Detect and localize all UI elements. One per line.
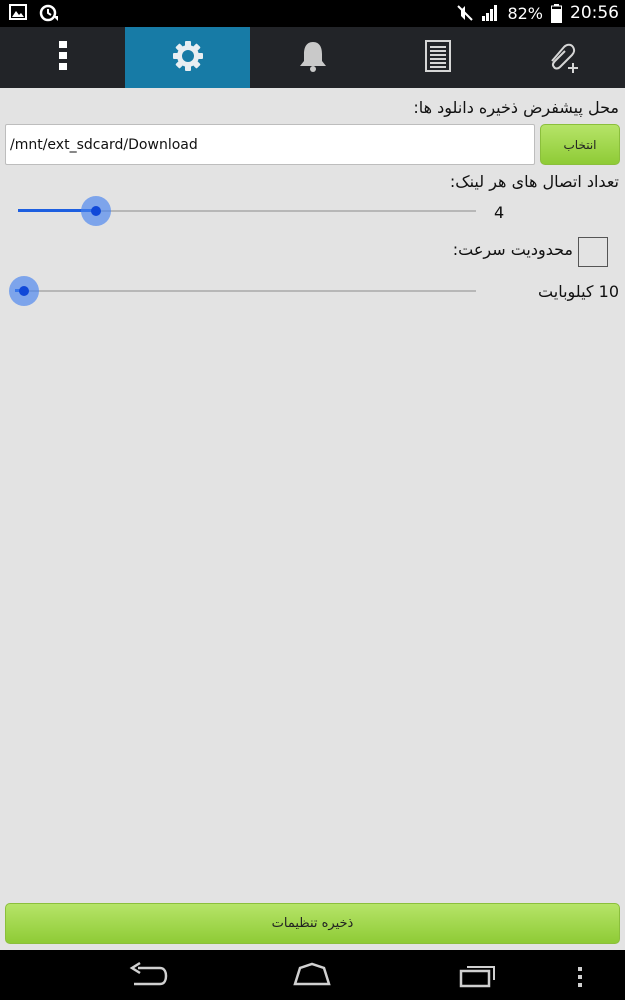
home-icon[interactable]	[292, 960, 332, 994]
speed-limit-checkbox[interactable]	[578, 237, 608, 267]
mute-icon	[457, 4, 474, 22]
recents-icon[interactable]	[458, 960, 498, 994]
speed-slider[interactable]	[9, 276, 476, 306]
image-icon	[9, 4, 27, 22]
attach-add-icon	[546, 39, 580, 77]
overflow-menu-button[interactable]	[0, 27, 125, 88]
navigation-bar	[0, 950, 625, 1000]
tab-settings[interactable]	[125, 27, 250, 88]
download-path-input[interactable]	[5, 124, 535, 165]
tab-add-attachment[interactable]	[500, 27, 625, 88]
speed-slider-thumb-core	[19, 286, 29, 296]
overflow-menu-icon	[58, 40, 68, 76]
download-path-row: انتخاب	[5, 124, 620, 165]
top-toolbar	[0, 27, 625, 88]
connections-slider[interactable]	[18, 196, 476, 226]
connections-label: تعداد اتصال های هر لینک:	[449, 172, 619, 191]
signal-icon	[481, 4, 499, 22]
settings-icon	[172, 40, 204, 76]
tab-list[interactable]	[375, 27, 500, 88]
speed-slider-track	[15, 290, 476, 292]
back-icon[interactable]	[128, 960, 168, 994]
list-icon	[424, 39, 451, 76]
choose-folder-button[interactable]: انتخاب	[540, 124, 620, 165]
status-bar: 82% 20:56	[0, 0, 625, 27]
connections-slider-thumb-core	[91, 206, 101, 216]
clock: 20:56	[570, 3, 619, 23]
save-settings-button[interactable]: ذخیره تنظیمات	[5, 903, 620, 944]
connections-value: 4	[494, 203, 505, 222]
menu-icon[interactable]	[576, 960, 584, 994]
tab-notifications[interactable]	[250, 27, 375, 88]
battery-percent: 82%	[507, 3, 543, 23]
battery-icon	[551, 3, 562, 23]
sync-icon	[39, 4, 59, 22]
speed-limit-label: محدودیت سرعت:	[452, 240, 573, 259]
notifications-icon	[298, 40, 328, 76]
speed-value: 10 کیلوبایت	[538, 282, 619, 301]
download-location-label: محل پیشفرض ذخیره دانلود ها:	[413, 98, 619, 117]
